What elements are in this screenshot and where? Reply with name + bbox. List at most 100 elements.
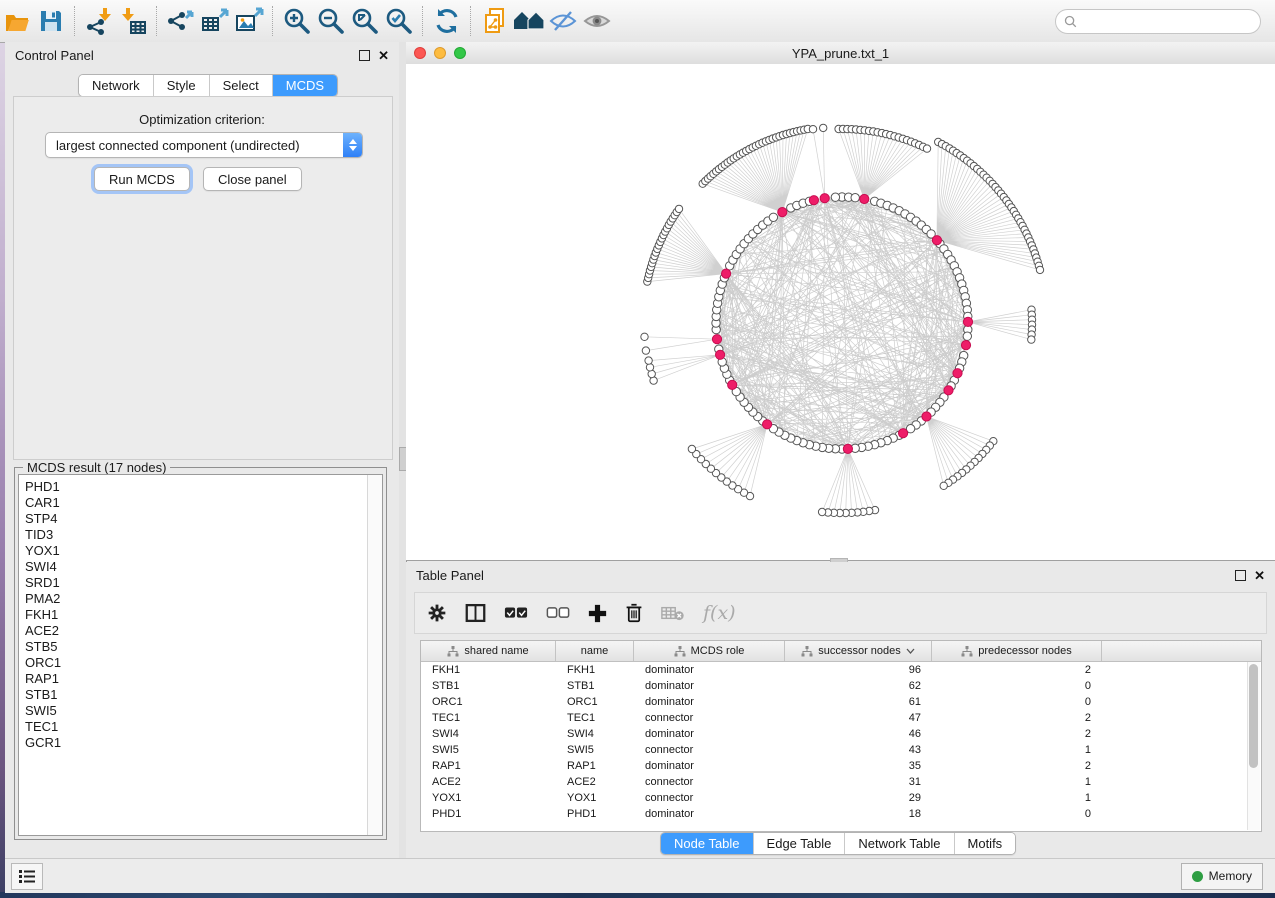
import-network-icon[interactable] [82, 4, 116, 38]
graph-node[interactable] [963, 332, 971, 340]
tab-motifs[interactable]: Motifs [954, 833, 1016, 854]
graph-hub-node[interactable] [860, 194, 869, 203]
hide-selected-icon[interactable] [546, 4, 580, 38]
mcds-result-item[interactable]: FKH1 [25, 607, 367, 623]
table-row[interactable]: YOX1YOX1connector291 [421, 790, 1261, 806]
float-table-panel-icon[interactable] [1235, 570, 1246, 581]
mcds-result-item[interactable]: TID3 [25, 527, 367, 543]
duplicate-network-icon[interactable] [478, 4, 512, 38]
graph-node[interactable] [831, 193, 839, 201]
graph-hub-node[interactable] [843, 444, 852, 453]
graph-leaf-node[interactable] [809, 126, 816, 133]
select-all-rows-icon[interactable] [504, 606, 528, 620]
mcds-result-item[interactable]: PMA2 [25, 591, 367, 607]
graph-hub-node[interactable] [961, 341, 970, 350]
graph-hub-node[interactable] [722, 269, 731, 278]
table-settings-icon[interactable] [427, 603, 447, 623]
graph-hub-node[interactable] [944, 386, 953, 395]
column-header-predecessor-nodes[interactable]: predecessor nodes [932, 641, 1102, 661]
search-field[interactable] [1055, 9, 1261, 34]
mcds-result-item[interactable]: PHD1 [25, 479, 367, 495]
tab-mcds[interactable]: MCDS [272, 75, 337, 96]
graph-leaf-node[interactable] [648, 370, 655, 377]
mcds-result-item[interactable]: RAP1 [25, 671, 367, 687]
graph-hub-node[interactable] [922, 412, 931, 421]
graph-hub-node[interactable] [716, 350, 725, 359]
tab-network-table[interactable]: Network Table [844, 833, 953, 854]
table-row[interactable]: STB1STB1dominator620 [421, 678, 1261, 694]
tab-edge-table[interactable]: Edge Table [753, 833, 845, 854]
open-file-icon[interactable] [0, 4, 34, 38]
graph-hub-node[interactable] [778, 208, 787, 217]
tab-style[interactable]: Style [153, 75, 209, 96]
graph-hub-node[interactable] [728, 380, 737, 389]
deselect-all-rows-icon[interactable] [546, 606, 570, 620]
graph-node[interactable] [769, 213, 777, 221]
mcds-result-item[interactable]: SWI4 [25, 559, 367, 575]
graph-leaf-node[interactable] [818, 508, 825, 515]
mcds-result-item[interactable]: SRD1 [25, 575, 367, 591]
close-table-panel-icon[interactable]: ✕ [1254, 569, 1265, 582]
show-all-icon[interactable] [580, 4, 614, 38]
refresh-view-icon[interactable] [430, 4, 464, 38]
criterion-dropdown[interactable]: largest connected component (undirected) [45, 132, 363, 158]
mcds-result-item[interactable]: TEC1 [25, 719, 367, 735]
graph-leaf-node[interactable] [1028, 336, 1035, 343]
network-canvas[interactable] [406, 64, 1275, 560]
graph-hub-node[interactable] [809, 196, 818, 205]
export-image-icon[interactable] [232, 4, 266, 38]
table-row[interactable]: PHD1PHD1dominator180 [421, 806, 1261, 822]
tab-node-table[interactable]: Node Table [661, 833, 753, 854]
export-table-icon[interactable] [198, 4, 232, 38]
first-neighbors-icon[interactable] [512, 4, 546, 38]
table-row[interactable]: RAP1RAP1dominator352 [421, 758, 1261, 774]
graph-hub-node[interactable] [899, 429, 908, 438]
graph-leaf-node[interactable] [645, 357, 652, 364]
import-table-icon[interactable] [116, 4, 150, 38]
table-row[interactable]: SWI4SWI4dominator462 [421, 726, 1261, 742]
zoom-selected-icon[interactable] [382, 4, 416, 38]
graph-leaf-node[interactable] [688, 445, 695, 452]
zoom-fit-icon[interactable] [348, 4, 382, 38]
tab-network[interactable]: Network [79, 75, 153, 96]
close-panel-button[interactable]: Close panel [203, 167, 302, 191]
add-column-icon[interactable] [588, 604, 607, 623]
show-panels-list-button[interactable] [11, 863, 43, 890]
table-row[interactable]: TEC1TEC1connector472 [421, 710, 1261, 726]
show-columns-icon[interactable] [465, 603, 486, 623]
mcds-result-item[interactable]: STB1 [25, 687, 367, 703]
memory-button[interactable]: Memory [1181, 863, 1263, 890]
table-row[interactable]: SWI5SWI5connector431 [421, 742, 1261, 758]
delete-columns-icon[interactable] [625, 603, 643, 623]
table-row[interactable]: ACE2ACE2connector311 [421, 774, 1261, 790]
column-header-shared-name[interactable]: shared name [421, 641, 556, 661]
graph-leaf-node[interactable] [940, 482, 947, 489]
graph-leaf-node[interactable] [641, 333, 648, 340]
mcds-result-item[interactable]: STP4 [25, 511, 367, 527]
zoom-out-icon[interactable] [314, 4, 348, 38]
graph-leaf-node[interactable] [923, 145, 930, 152]
mcds-result-item[interactable]: STB5 [25, 639, 367, 655]
mcds-result-item[interactable]: YOX1 [25, 543, 367, 559]
delete-table-icon[interactable] [661, 605, 685, 621]
save-session-icon[interactable] [34, 4, 68, 38]
mcds-result-item[interactable]: CAR1 [25, 495, 367, 511]
mcds-result-item[interactable]: ACE2 [25, 623, 367, 639]
graph-leaf-node[interactable] [642, 347, 649, 354]
graph-hub-node[interactable] [953, 369, 962, 378]
search-input[interactable] [1082, 13, 1252, 29]
run-mcds-button[interactable]: Run MCDS [94, 167, 190, 191]
mcds-result-item[interactable]: ORC1 [25, 655, 367, 671]
export-network-icon[interactable] [164, 4, 198, 38]
table-row[interactable]: ORC1ORC1dominator610 [421, 694, 1261, 710]
network-graph[interactable] [406, 64, 1275, 560]
graph-hub-node[interactable] [820, 194, 829, 203]
graph-hub-node[interactable] [763, 420, 772, 429]
column-header-name[interactable]: name [556, 641, 634, 661]
mcds-result-item[interactable]: GCR1 [25, 735, 367, 751]
graph-hub-node[interactable] [712, 335, 721, 344]
graph-leaf-node[interactable] [646, 364, 653, 371]
tab-select[interactable]: Select [209, 75, 272, 96]
graph-hub-node[interactable] [932, 236, 941, 245]
mcds-list-scrollbar[interactable] [367, 475, 382, 835]
